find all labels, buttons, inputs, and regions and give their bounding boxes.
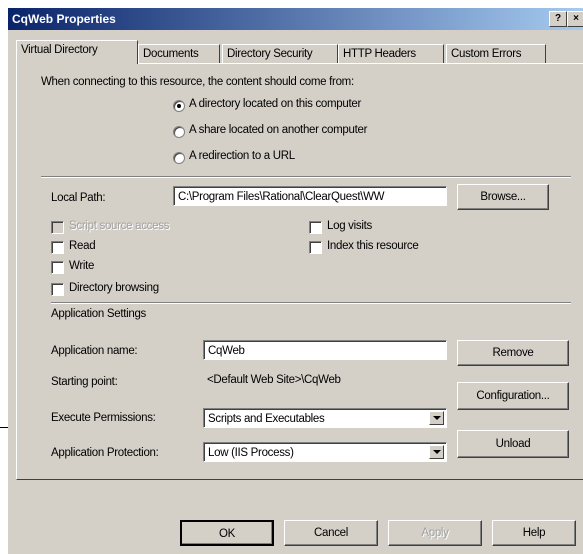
read-label: Read [69,240,96,252]
radio-local-directory-label: A directory located on this computer [189,98,362,110]
radio-network-share-label: A share located on another computer [189,124,368,136]
application-name-label: Application name: [51,345,138,357]
script-source-access-label: Script source access [69,220,170,232]
directory-browsing-label: Directory browsing [69,282,159,294]
window-title: CqWeb Properties [12,12,116,26]
ok-button[interactable]: OK [180,520,274,546]
starting-point-value: <Default Web Site>\CqWeb [207,374,341,386]
browse-button[interactable]: Browse... [457,184,549,210]
divider [51,302,571,304]
checkbox-index-resource[interactable] [309,241,322,254]
apply-button[interactable]: Apply [388,520,482,546]
radio-url-redirect[interactable] [173,152,185,164]
cancel-button[interactable]: Cancel [284,520,378,546]
tab-custom-errors[interactable]: Custom Errors [446,44,546,64]
tab-http-headers[interactable]: HTTP Headers [338,44,444,64]
radio-network-share[interactable] [173,126,185,138]
unload-button[interactable]: Unload [457,430,569,458]
application-protection-value: Low (IIS Process) [208,447,294,459]
execute-permissions-select[interactable]: Scripts and Executables [203,408,447,428]
title-bar: CqWeb Properties ? × [8,8,583,30]
radio-url-redirect-label: A redirection to a URL [189,150,295,162]
execute-permissions-label: Execute Permissions: [51,412,156,424]
checkbox-write[interactable] [51,261,64,274]
close-icon[interactable]: × [567,11,583,27]
help-button[interactable]: Help [492,520,576,546]
write-label: Write [69,260,95,272]
local-path-label: Local Path: [51,192,106,204]
starting-point-label: Starting point: [51,376,118,388]
radio-local-directory[interactable] [173,100,185,112]
application-settings-heading: Application Settings [51,308,147,320]
tab-directory-security[interactable]: Directory Security [222,44,338,64]
chevron-down-icon[interactable] [429,411,444,425]
application-name-input[interactable]: CqWeb [203,340,447,360]
divider [41,176,571,178]
log-visits-label: Log visits [327,220,372,232]
tab-documents[interactable]: Documents [138,44,220,64]
checkbox-log-visits[interactable] [309,221,322,234]
index-resource-label: Index this resource [327,240,419,252]
checkbox-script-source-access[interactable] [51,221,64,234]
source-intro-text: When connecting to this resource, the co… [41,76,354,88]
configuration-button[interactable]: Configuration... [457,382,569,410]
remove-button[interactable]: Remove [457,340,569,366]
local-path-input[interactable]: C:\Program Files\Rational\ClearQuest\WW [173,186,447,206]
properties-dialog: CqWeb Properties ? × Virtual Directory D… [8,8,583,554]
execute-permissions-value: Scripts and Executables [208,413,325,425]
help-title-button[interactable]: ? [549,11,567,27]
application-protection-select[interactable]: Low (IIS Process) [203,442,447,462]
chevron-down-icon[interactable] [429,445,444,459]
application-protection-label: Application Protection: [51,447,159,459]
checkbox-directory-browsing[interactable] [51,283,64,296]
checkbox-read[interactable] [51,241,64,254]
tab-virtual-directory[interactable]: Virtual Directory [16,40,138,64]
tab-panel: When connecting to this resource, the co… [16,63,583,480]
